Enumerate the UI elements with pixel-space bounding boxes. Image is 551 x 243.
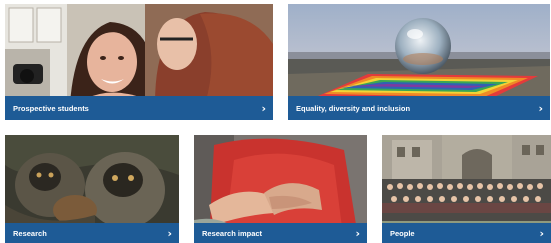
chevron-right-icon: ›: [355, 226, 360, 240]
card-label: Prospective students: [13, 103, 89, 113]
card-research-impact[interactable]: Research impact ›: [194, 135, 367, 243]
card-bar: Equality, diversity and inclusion ›: [288, 96, 550, 120]
card-prospective-students[interactable]: Prospective students ›: [5, 4, 273, 120]
card-label: People: [390, 228, 415, 238]
card-research[interactable]: Research ›: [5, 135, 179, 243]
card-bar: Prospective students ›: [5, 96, 273, 120]
card-bar: Research impact ›: [194, 223, 367, 243]
card-label: Equality, diversity and inclusion: [296, 103, 411, 113]
card-people[interactable]: People ›: [382, 135, 551, 243]
card-equality-diversity-inclusion[interactable]: Equality, diversity and inclusion ›: [288, 4, 550, 120]
card-bar: People ›: [382, 223, 551, 243]
chevron-right-icon: ›: [167, 226, 172, 240]
chevron-right-icon: ›: [261, 101, 266, 115]
card-label: Research: [13, 228, 47, 238]
card-bar: Research ›: [5, 223, 179, 243]
chevron-right-icon: ›: [539, 226, 544, 240]
chevron-right-icon: ›: [538, 101, 543, 115]
card-label: Research impact: [202, 228, 263, 238]
